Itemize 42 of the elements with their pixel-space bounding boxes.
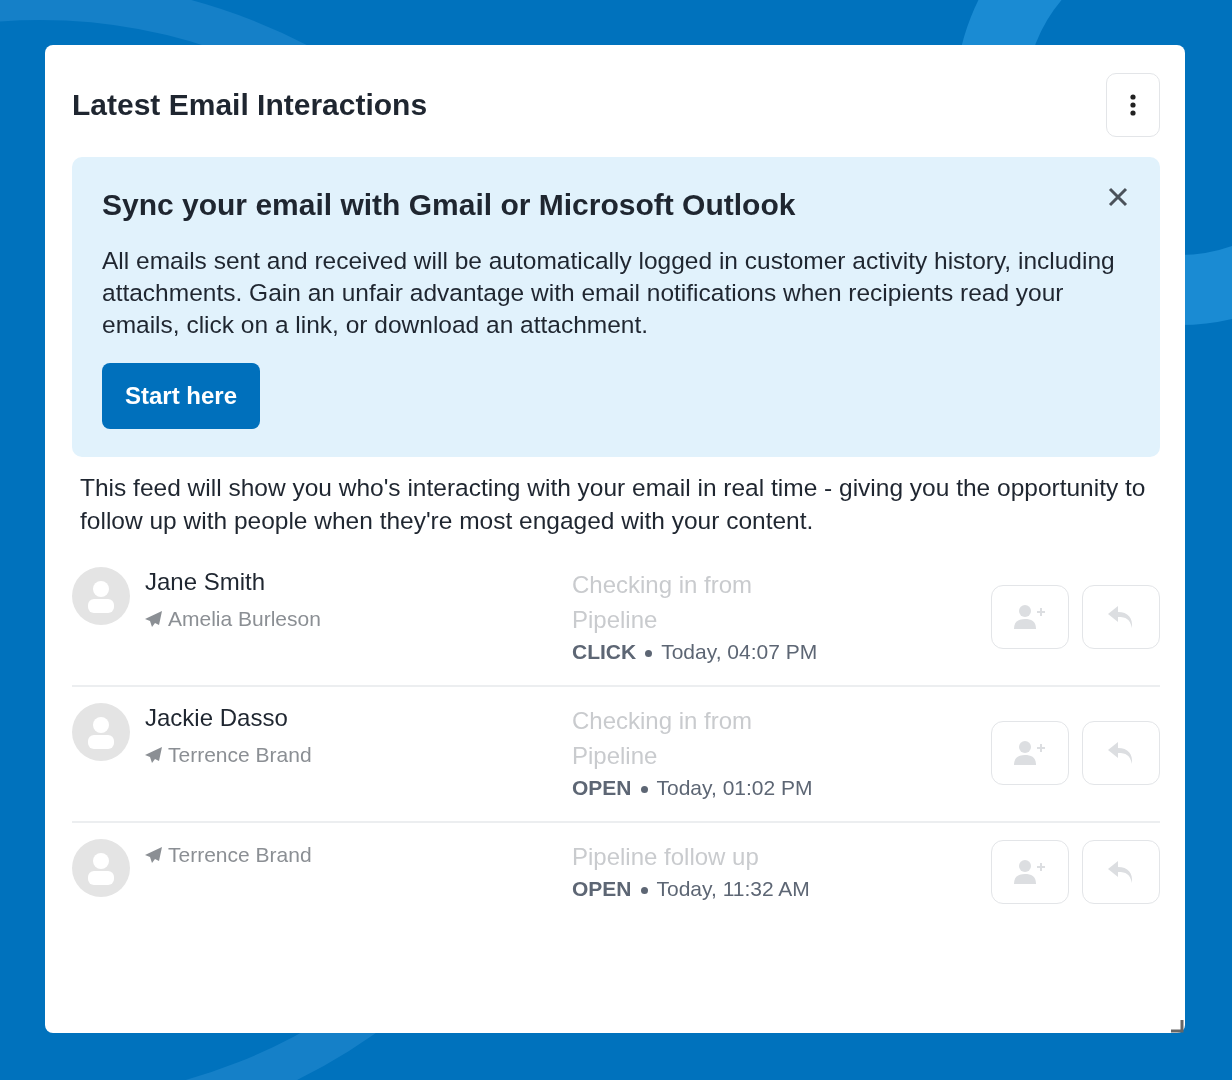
start-here-button[interactable]: Start here <box>102 363 261 429</box>
paper-plane-icon <box>145 610 162 627</box>
event-time: Today, 01:02 PM <box>656 776 813 799</box>
kebab-icon <box>1130 94 1136 116</box>
avatar-icon <box>72 567 130 625</box>
add-person-icon <box>1014 605 1046 629</box>
event-time: Today, 11:32 AM <box>656 877 810 900</box>
event-time: Today, 04:07 PM <box>661 640 818 663</box>
add-person-icon <box>1014 741 1046 765</box>
close-button[interactable] <box>1108 187 1130 209</box>
event-type: CLICK <box>572 640 637 663</box>
paper-plane-icon <box>145 846 162 863</box>
add-person-icon <box>1014 859 1046 884</box>
contact-name: Jane Smith <box>145 567 267 597</box>
separator-dot-icon <box>640 886 648 894</box>
feed-description: This feed will show you who's interacting with your email in real time - giving you the opportunity to follow up with people when they're most engaged with your content. <box>80 473 1147 536</box>
separator-dot-icon <box>640 785 648 793</box>
sender-name: Amelia Burleson <box>168 606 321 632</box>
banner-heading: Sync your email with Gmail or Microsoft Outlook <box>102 187 796 223</box>
event-type: OPEN <box>572 877 632 900</box>
event-type: OPEN <box>572 776 632 799</box>
add-contact-button[interactable] <box>991 585 1069 649</box>
reply-icon <box>1108 606 1134 628</box>
sender-name: Terrence Brand <box>168 742 312 768</box>
add-contact-button[interactable] <box>991 721 1069 785</box>
close-icon <box>1108 187 1128 207</box>
reply-icon <box>1108 742 1134 764</box>
resize-handle-icon[interactable] <box>1170 1019 1184 1033</box>
reply-button[interactable] <box>1082 585 1160 649</box>
reply-icon <box>1108 860 1134 883</box>
reply-button[interactable] <box>1082 721 1160 785</box>
sender-name: Terrence Brand <box>168 842 312 868</box>
card-title: Latest Email Interactions <box>72 87 428 123</box>
avatar-icon <box>72 839 130 897</box>
reply-button[interactable] <box>1082 839 1160 904</box>
paper-plane-icon <box>145 746 162 763</box>
add-contact-button[interactable] <box>991 839 1069 904</box>
avatar-icon <box>72 703 130 761</box>
separator-dot-icon <box>645 649 653 657</box>
more-options-button[interactable] <box>1106 73 1160 137</box>
contact-name: Jackie Dasso <box>145 703 289 733</box>
banner-text: All emails sent and received will be automatically logged in customer activity history, including attachments. Gain an unfair advantage with email notifications when recipients read your emails, click on a link, or download an attachment. <box>102 246 1116 340</box>
